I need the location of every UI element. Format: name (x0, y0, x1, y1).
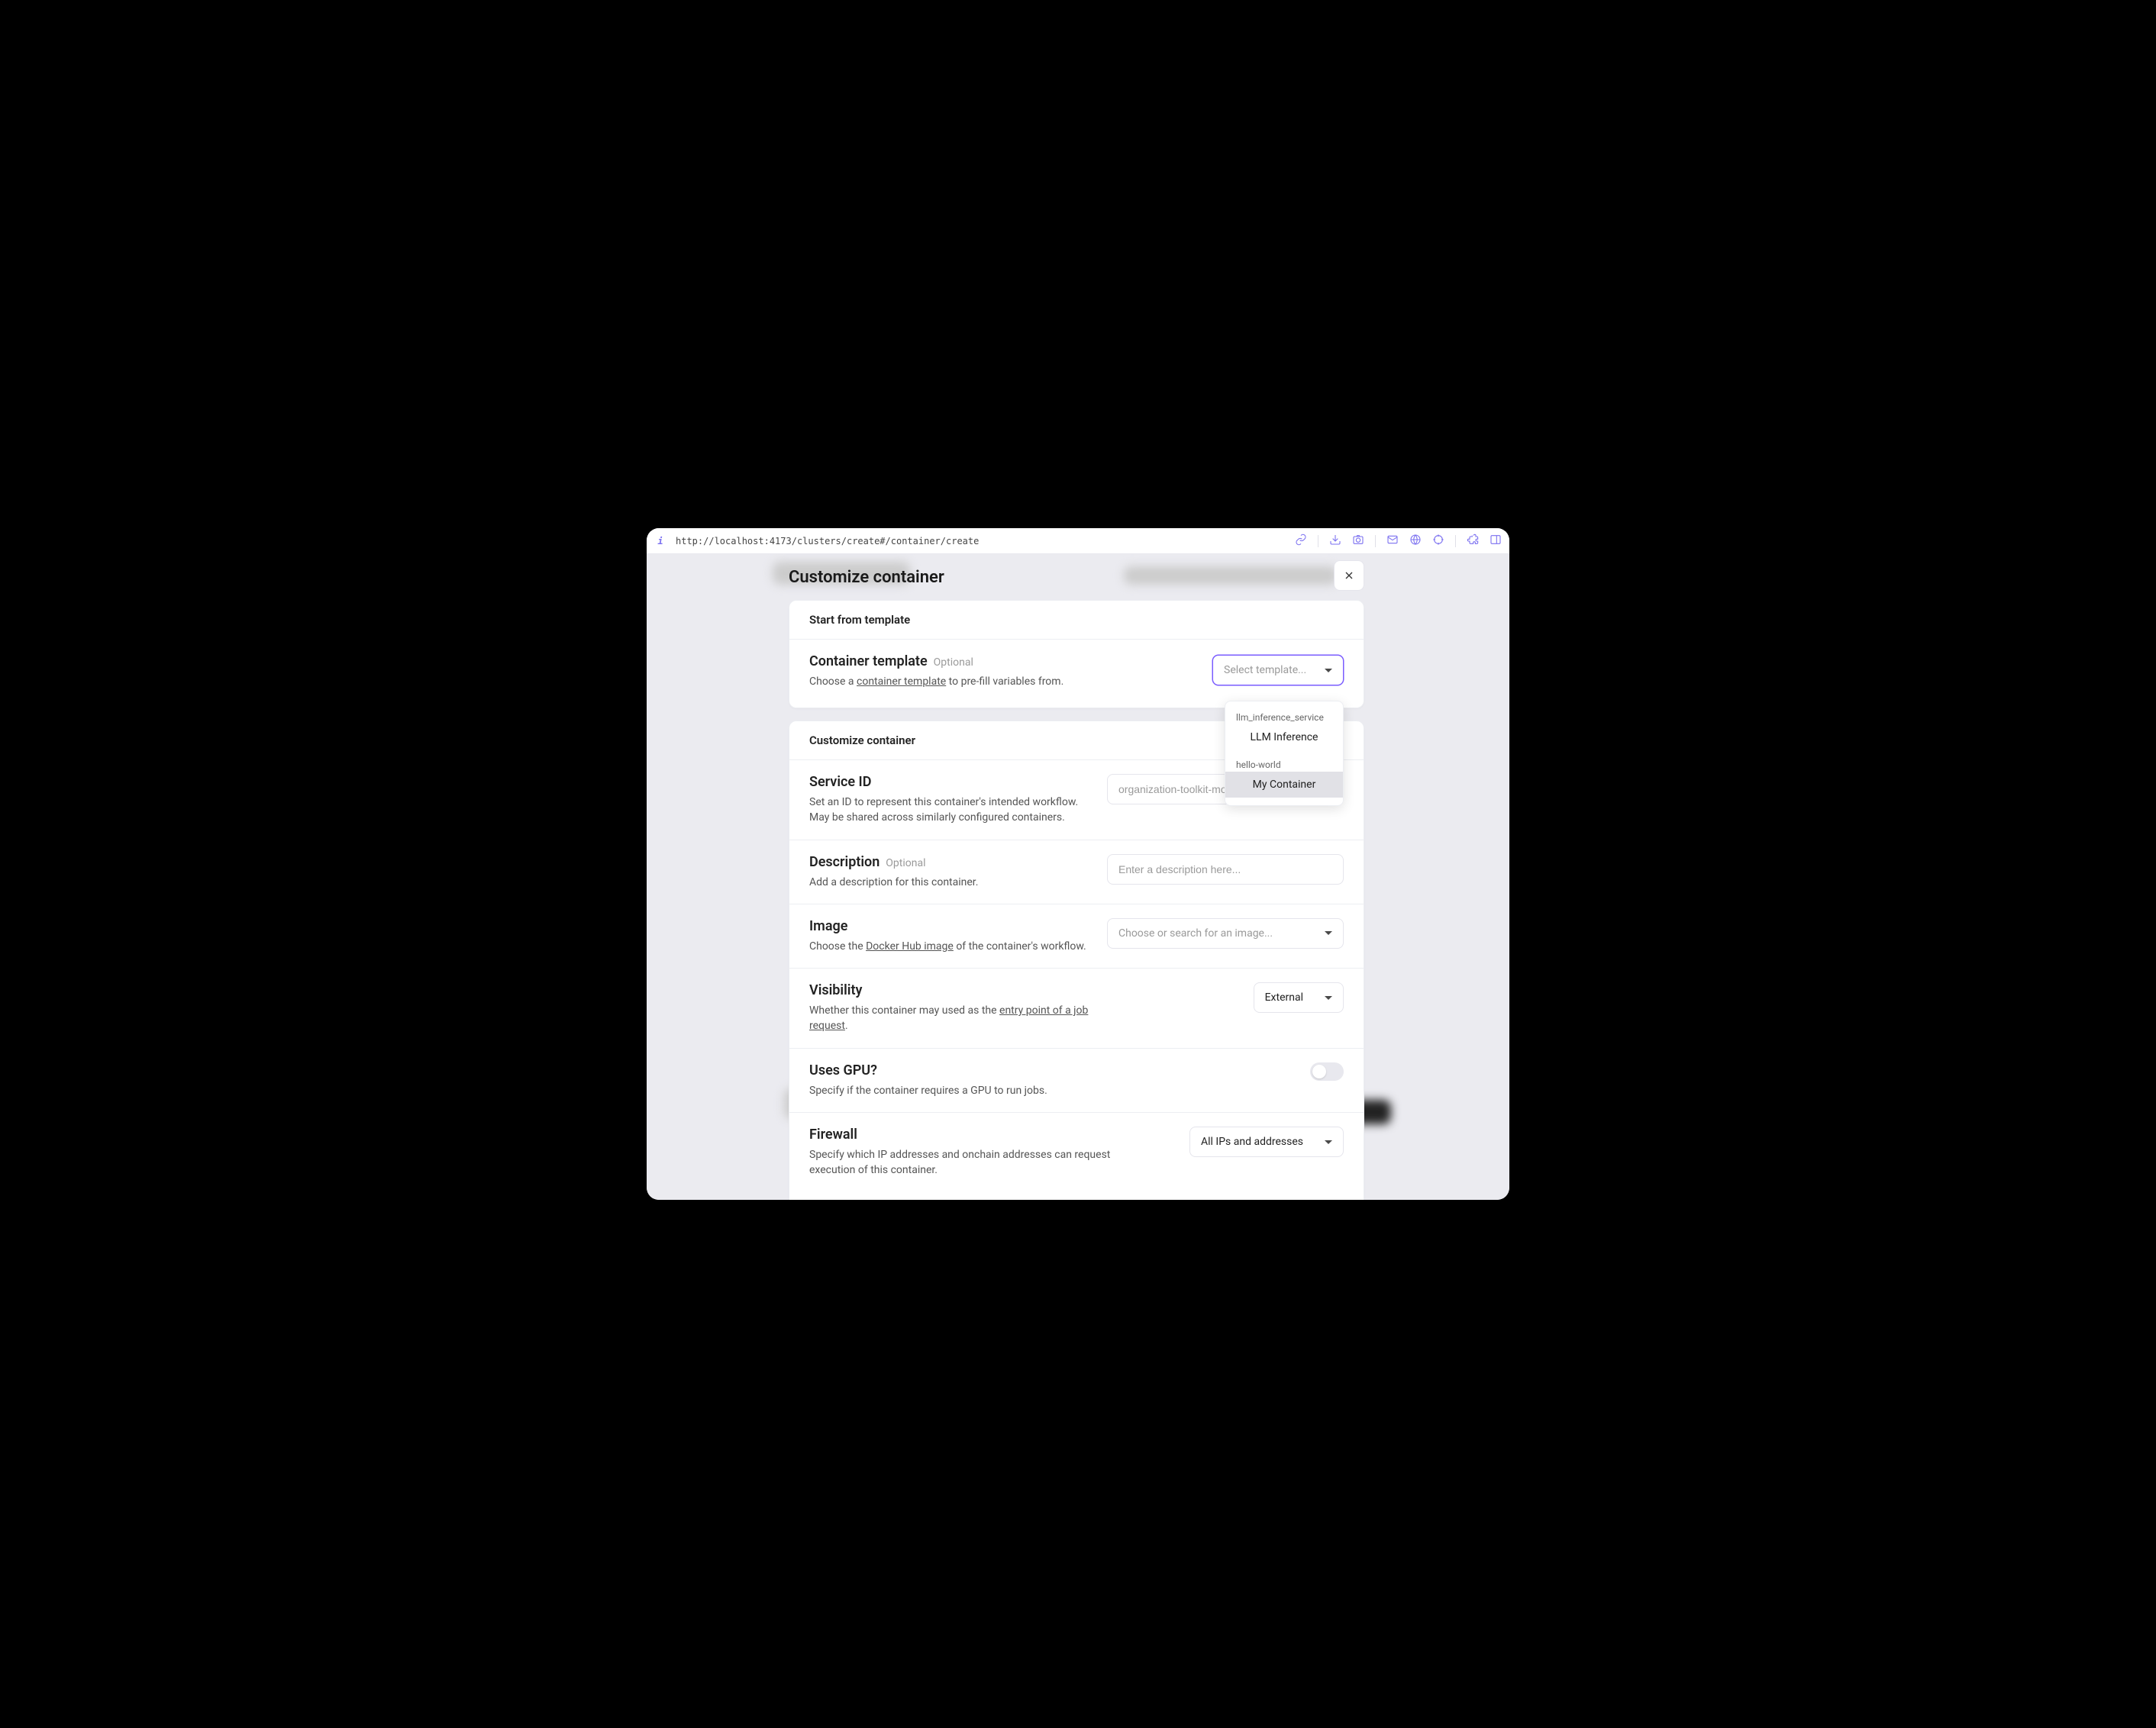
visibility-row: Visibility Whether this container may us… (789, 969, 1364, 1049)
sidebar-icon[interactable] (1490, 534, 1502, 548)
globe-icon[interactable] (1409, 534, 1422, 548)
visibility-value: External (1265, 991, 1303, 1004)
description-input[interactable] (1107, 854, 1344, 885)
optional-tag: Optional (886, 857, 925, 869)
image-row: Image Choose the Docker Hub image of the… (789, 904, 1364, 969)
bg-blur (1124, 566, 1338, 585)
template-card: Start from template Container template O… (789, 600, 1364, 708)
container-template-link[interactable]: container template (857, 675, 946, 688)
puzzle-icon[interactable] (1467, 534, 1479, 548)
modal-title: Customize container (789, 568, 944, 587)
address-bar: i http://localhost:4173/clusters/create#… (647, 528, 1509, 554)
gpu-help: Specify if the container requires a GPU … (809, 1083, 1099, 1098)
page-canvas: Customize container Start from template … (647, 554, 1509, 1200)
dropdown-group-label: hello-world (1225, 756, 1343, 772)
description-row: Description Optional Add a description f… (789, 840, 1364, 904)
dropdown-item-llm-inference[interactable]: LLM Inference (1225, 724, 1343, 750)
optional-tag: Optional (934, 656, 973, 669)
docker-hub-link[interactable]: Docker Hub image (866, 940, 954, 953)
gpu-label: Uses GPU? (809, 1062, 877, 1078)
gpu-row: Uses GPU? Specify if the container requi… (789, 1049, 1364, 1113)
close-button[interactable] (1334, 560, 1364, 591)
container-template-row: Container template Optional Choose a con… (789, 640, 1364, 708)
container-template-label: Container template (809, 653, 928, 669)
service-id-label: Service ID (809, 774, 871, 790)
link-icon[interactable] (1295, 534, 1307, 548)
camera-icon[interactable] (1352, 534, 1364, 548)
toolbar-icons (1295, 534, 1502, 548)
firewall-label: Firewall (809, 1127, 857, 1143)
firewall-help: Specify which IP addresses and onchain a… (809, 1147, 1145, 1178)
service-id-help: Set an ID to represent this container's … (809, 795, 1092, 826)
toolbar-divider (1375, 535, 1376, 547)
close-icon (1343, 569, 1355, 582)
template-dropdown: llm_inference_service LLM Inference hell… (1225, 701, 1344, 806)
firewall-row: Firewall Specify which IP addresses and … (789, 1113, 1364, 1192)
download-icon[interactable] (1329, 534, 1341, 548)
visibility-select[interactable]: External (1254, 982, 1344, 1013)
dropdown-item-my-container[interactable]: My Container (1225, 772, 1343, 798)
browser-frame: i http://localhost:4173/clusters/create#… (647, 528, 1509, 1200)
description-label: Description (809, 854, 880, 870)
firewall-select[interactable]: All IPs and addresses (1189, 1127, 1344, 1157)
chevron-down-icon (1325, 669, 1332, 672)
image-select[interactable]: Choose or search for an image... (1107, 918, 1344, 949)
template-card-head: Start from template (789, 601, 1364, 640)
chevron-down-icon (1325, 996, 1332, 1000)
image-label: Image (809, 918, 847, 934)
visibility-help: Whether this container may used as the e… (809, 1003, 1099, 1034)
firewall-value: All IPs and addresses (1201, 1136, 1303, 1148)
dropdown-group-label: llm_inference_service (1225, 709, 1343, 724)
chevron-down-icon (1325, 1140, 1332, 1144)
gpu-toggle[interactable] (1310, 1062, 1344, 1081)
template-select[interactable]: Select template... (1212, 655, 1344, 685)
visibility-label: Visibility (809, 982, 862, 998)
chevron-down-icon (1325, 931, 1332, 935)
crosshair-icon[interactable] (1432, 534, 1444, 548)
image-help: Choose the Docker Hub image of the conta… (809, 939, 1092, 954)
mail-icon[interactable] (1386, 534, 1399, 548)
url-text: http://localhost:4173/clusters/create#/c… (676, 536, 1286, 546)
info-icon[interactable]: i (654, 536, 666, 546)
container-template-help: Choose a container template to pre-fill … (809, 674, 1099, 689)
image-select-placeholder: Choose or search for an image... (1118, 927, 1273, 940)
toolbar-divider (1455, 535, 1456, 547)
description-help: Add a description for this container. (809, 875, 1092, 890)
template-select-placeholder: Select template... (1224, 664, 1306, 676)
